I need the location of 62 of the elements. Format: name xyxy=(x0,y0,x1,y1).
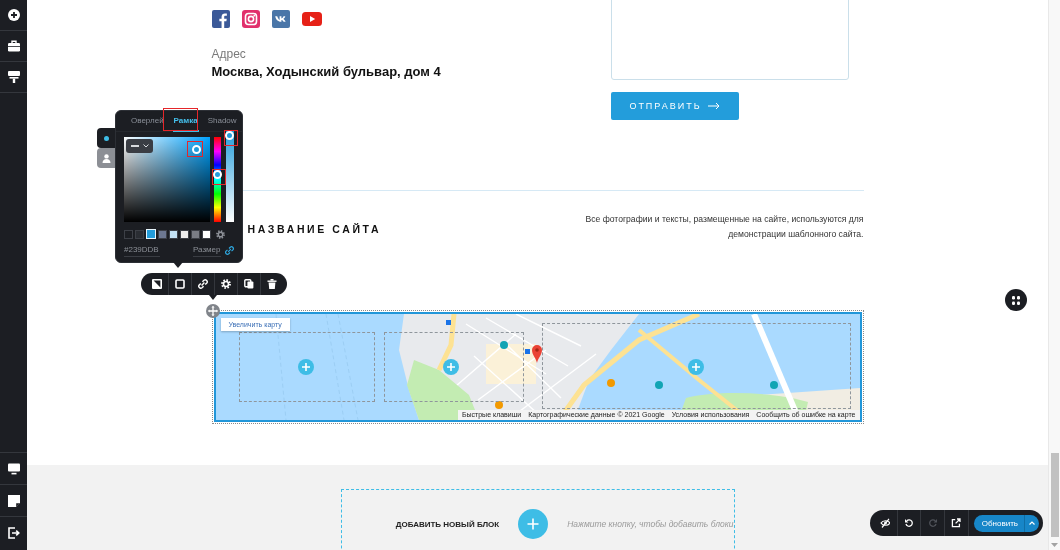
briefcase-icon xyxy=(7,40,20,52)
dot-icon xyxy=(103,135,109,141)
add-block-hint: Нажмите кнопку, чтобы добавить блоки xyxy=(567,519,734,529)
color-swatch[interactable] xyxy=(169,229,178,239)
update-button[interactable]: Обновить xyxy=(973,514,1024,532)
vk-icon[interactable] xyxy=(271,10,290,28)
copy-icon xyxy=(244,279,254,289)
highlight-frame xyxy=(224,130,238,146)
monitor-icon xyxy=(7,462,20,475)
chevron-down-icon xyxy=(142,144,149,148)
color-swatch[interactable] xyxy=(158,229,167,239)
drag-dots-icon xyxy=(1012,295,1020,305)
disclaimer-text: Все фотографии и тексты, размещенные на сайте, используются для демонстрации шаблонного сайта. xyxy=(584,213,864,241)
person-icon xyxy=(101,153,111,163)
opacity-slider[interactable] xyxy=(225,131,234,222)
map-pin-icon xyxy=(531,345,542,363)
delete-icon xyxy=(267,279,277,289)
arrow-right-icon xyxy=(707,102,720,110)
youtube-icon[interactable] xyxy=(301,12,322,26)
caret-up-icon xyxy=(1029,521,1035,525)
highlight-frame xyxy=(163,108,198,131)
link-icon xyxy=(198,279,208,289)
site-title: НАЗВАНИЕ САЙТА xyxy=(247,222,382,236)
highlight-frame xyxy=(212,169,226,185)
color-area[interactable] xyxy=(124,137,210,222)
add-block-title: ДОБАВИТЬ НОВЫЙ БЛОК xyxy=(395,519,500,529)
settings-icon[interactable] xyxy=(216,229,225,239)
size-input[interactable]: Размер xyxy=(193,244,221,257)
popup-tab[interactable]: Shadow xyxy=(206,111,238,132)
add-circle-icon xyxy=(7,9,20,21)
facebook-icon[interactable] xyxy=(211,10,230,28)
address-text: Москва, Ходынский бульвар, дом 4 xyxy=(211,63,441,81)
hex-input[interactable]: #239DDB xyxy=(124,244,160,257)
paint-roller-icon xyxy=(7,71,20,83)
color-swatch[interactable] xyxy=(191,229,200,239)
hue-slider[interactable] xyxy=(213,137,222,222)
hue-slider-thumb[interactable] xyxy=(213,170,222,180)
exit-icon xyxy=(7,526,20,539)
popup-tab[interactable]: Оверлей xyxy=(130,111,165,132)
note-icon xyxy=(7,494,20,507)
popup-tab[interactable]: Рамка xyxy=(172,111,199,132)
square-icon xyxy=(175,279,185,289)
color-swatch[interactable] xyxy=(180,229,189,239)
scrollbar-thumb[interactable] xyxy=(1050,453,1059,537)
message-field[interactable] xyxy=(610,0,849,80)
link-icon[interactable] xyxy=(225,246,234,255)
line-icon xyxy=(130,145,139,147)
block-settings-button[interactable] xyxy=(1005,289,1027,311)
color-swatch[interactable] xyxy=(135,229,144,239)
opacity-slider-thumb[interactable] xyxy=(225,131,234,140)
highlight-frame xyxy=(187,141,203,157)
instagram-icon[interactable] xyxy=(241,10,260,28)
contrast-icon xyxy=(151,279,162,289)
color-area-thumb[interactable] xyxy=(191,144,201,154)
popup-side-tab[interactable] xyxy=(97,128,115,148)
address-label: Адрес xyxy=(211,47,246,61)
color-swatch[interactable] xyxy=(124,229,133,239)
color-swatch[interactable] xyxy=(202,229,211,239)
border-style-dropdown[interactable] xyxy=(126,139,153,153)
send-button[interactable]: ОТПРАВИТЬ xyxy=(610,92,739,120)
move-handle-icon[interactable] xyxy=(206,304,220,318)
settings-icon xyxy=(221,279,231,289)
